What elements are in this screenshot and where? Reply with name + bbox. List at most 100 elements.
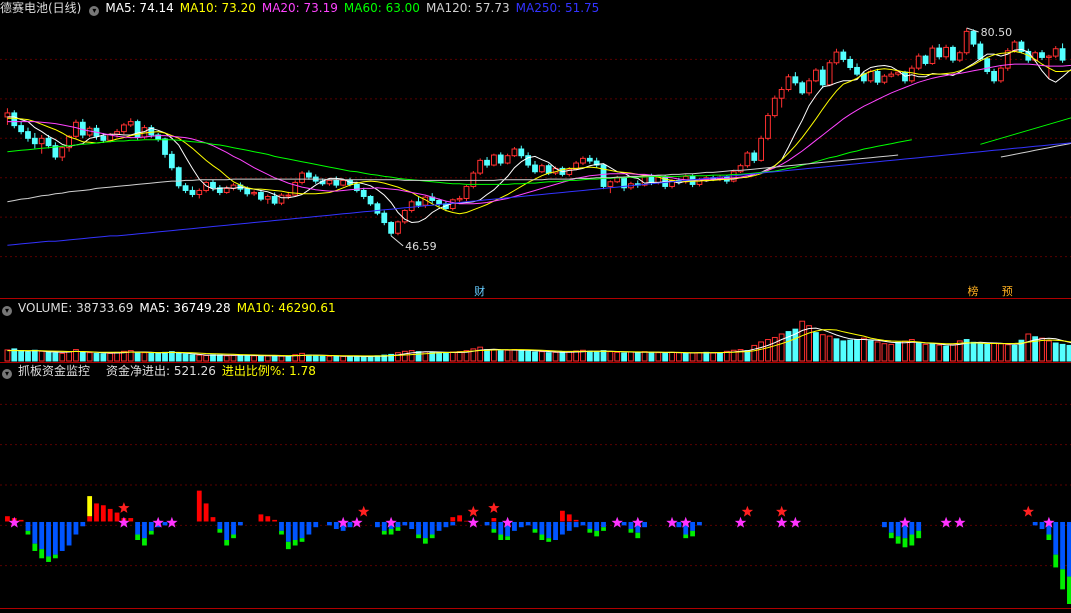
fund-green-bar <box>292 540 298 546</box>
fund-blue-bar <box>909 521 915 535</box>
fund-blue-bar <box>59 521 65 551</box>
candle-body <box>258 191 264 200</box>
fund-blue-bar <box>450 521 456 526</box>
ma20-label: MA20: 73.19 <box>261 1 338 15</box>
volume-bars <box>4 320 1071 362</box>
fund-green-bar <box>388 529 394 535</box>
settings-circle-icon[interactable]: ▾ <box>2 369 12 379</box>
fund-yellow-bar <box>87 496 93 517</box>
fund-net-label: 资金净进出: 521.26 <box>106 364 216 378</box>
fund-green-bar <box>39 549 45 559</box>
fund-blue-bar <box>1053 521 1059 555</box>
volume-bar <box>833 338 840 362</box>
volume-bar <box>943 345 949 362</box>
volume-bar <box>148 352 155 362</box>
candle-body <box>518 148 525 157</box>
volume-bar <box>59 352 66 362</box>
volume-bar <box>710 352 717 362</box>
fund-blue-bar <box>279 521 284 531</box>
fund-green-bar <box>888 532 894 539</box>
volume-bar <box>203 354 210 362</box>
red-star-signal-icon <box>741 505 754 517</box>
volume-bar <box>134 351 141 362</box>
volume-bar <box>4 349 11 362</box>
candle-body <box>244 188 251 195</box>
volume-bar <box>299 352 305 362</box>
fund-green-bar <box>224 540 230 546</box>
volume-bar <box>223 355 230 362</box>
volume-bar <box>717 352 723 362</box>
fund-blue-bar <box>327 521 332 526</box>
candle-body <box>436 199 442 205</box>
fund-green-bar <box>135 534 141 540</box>
red-star-signal-icon <box>776 505 788 517</box>
volume-bar <box>443 352 449 362</box>
candle-body <box>4 112 11 118</box>
fund-blue-bar <box>443 521 449 528</box>
volume-bar <box>86 352 93 362</box>
volume-bar <box>449 351 456 362</box>
volume-bar <box>758 341 765 362</box>
fund-blue-bar <box>642 521 648 528</box>
fund-blue-bar <box>580 521 586 526</box>
volume-bar <box>950 344 956 362</box>
fund-red-bar <box>114 512 120 522</box>
volume-bar <box>826 335 833 362</box>
volume-bar <box>998 343 1004 362</box>
fund-blue-bar <box>237 521 243 526</box>
volume-bar <box>258 355 264 362</box>
volume-bar <box>141 352 148 362</box>
candle-body <box>1059 48 1066 61</box>
volume-bar <box>93 352 100 362</box>
candle-body <box>532 164 538 173</box>
candle-body <box>38 137 45 145</box>
volume-bar <box>655 352 662 362</box>
fund-green-bar <box>32 543 38 551</box>
volume-bar <box>977 343 984 362</box>
settings-circle-icon[interactable]: ▾ <box>2 306 12 316</box>
candle-body <box>278 194 285 204</box>
fund-blue-bar <box>285 521 291 542</box>
candle-body <box>813 69 819 82</box>
fund-red-bar <box>265 516 271 522</box>
settings-circle-icon[interactable]: ▾ <box>89 6 100 16</box>
fund-blue-bar <box>512 521 517 531</box>
event-marker: 预 <box>1002 285 1013 298</box>
candle-body <box>497 154 504 164</box>
candle-body <box>963 30 970 54</box>
fund-blue-bar <box>573 521 579 528</box>
volume-bar <box>326 355 333 362</box>
fund-blue-bar <box>1032 521 1038 526</box>
candle-body <box>580 157 586 164</box>
volume-bar <box>230 354 237 362</box>
candle-body <box>374 203 381 214</box>
fund-blue-bar <box>162 521 168 526</box>
volume-bar <box>621 352 627 362</box>
fund-red-bar <box>100 505 106 522</box>
candle-body <box>162 138 168 155</box>
pink-star-signal-icon <box>776 516 788 528</box>
fund-red-bar <box>272 519 278 522</box>
volume-bar <box>1059 343 1066 362</box>
candle-body <box>915 55 922 69</box>
volume-bar <box>703 351 710 362</box>
ma250-label: MA250: 51.75 <box>515 1 600 15</box>
candle-body <box>504 155 511 164</box>
candle-body <box>168 153 175 169</box>
volume-bar <box>1004 344 1011 362</box>
candle-body <box>477 159 484 174</box>
candle-body <box>490 154 497 166</box>
fund-blue-bar <box>306 521 312 535</box>
candle-body <box>59 147 66 158</box>
vol-ma5-label: MA5: 36749.28 <box>139 301 231 315</box>
candle-body <box>271 195 278 204</box>
volume-bar <box>991 342 997 362</box>
volume-bar <box>552 351 559 362</box>
fund-blue-bar <box>594 521 600 531</box>
ma60-label: MA60: 63.00 <box>343 1 420 15</box>
candle-body <box>381 212 388 224</box>
fund-blue-bar <box>560 521 565 535</box>
volume-bar <box>395 352 401 362</box>
fund-blue-bar <box>402 521 408 526</box>
volume-bar <box>244 354 251 362</box>
